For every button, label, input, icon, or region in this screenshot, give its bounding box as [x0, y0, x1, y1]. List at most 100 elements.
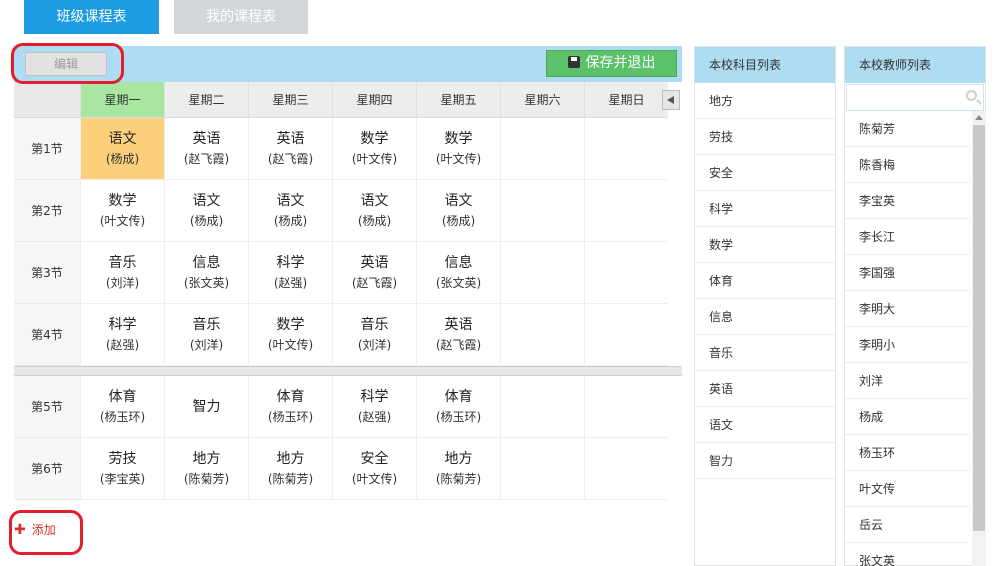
teacher-list-item[interactable]: 张文英 [845, 543, 969, 566]
schedule-cell[interactable]: 智力 [164, 376, 248, 438]
schedule-cell[interactable]: 英语 (赵飞霞) [416, 304, 500, 366]
schedule-cell[interactable]: 体育 (杨玉环) [80, 376, 164, 438]
day-header-3[interactable]: 星期三 [248, 82, 332, 118]
period-label: 第1节 [14, 118, 80, 180]
schedule-cell[interactable]: 语文 (杨成) [164, 180, 248, 242]
cell-subject: 语文 [360, 193, 389, 209]
teacher-list-item[interactable]: 李宝英 [845, 183, 969, 219]
teacher-list-item[interactable]: 杨成 [845, 399, 969, 435]
cell-teacher: (杨玉环) [267, 410, 314, 424]
schedule-cell[interactable] [584, 242, 668, 304]
schedule-cell[interactable]: 数学 (叶文传) [248, 304, 332, 366]
subject-list-item[interactable]: 劳技 [695, 119, 835, 155]
schedule-cell[interactable] [500, 304, 584, 366]
schedule-cell[interactable]: 科学 (赵强) [248, 242, 332, 304]
schedule-cell[interactable]: 信息 (张文英) [416, 242, 500, 304]
schedule-cell[interactable]: 信息 (张文英) [164, 242, 248, 304]
schedule-cell[interactable]: 体育 (杨玉环) [248, 376, 332, 438]
schedule-cell[interactable] [584, 376, 668, 438]
schedule-cell[interactable]: 语文 (杨成) [332, 180, 416, 242]
cell-subject: 地方 [192, 451, 221, 467]
schedule-cell[interactable]: 劳技 (李宝英) [80, 438, 164, 500]
schedule-cell[interactable]: 体育 (杨玉环) [416, 376, 500, 438]
teacher-list-item[interactable]: 岳云 [845, 507, 969, 543]
teacher-list-item[interactable]: 李国强 [845, 255, 969, 291]
subject-list-item[interactable]: 智力 [695, 443, 835, 479]
schedule-cell[interactable] [584, 118, 668, 180]
tab-my-schedule[interactable]: 我的课程表 [174, 0, 308, 34]
schedule-cell[interactable] [500, 118, 584, 180]
schedule-cell[interactable] [500, 438, 584, 500]
triangle-left-icon[interactable] [662, 90, 680, 110]
cell-subject: 数学 [360, 131, 389, 147]
schedule-grid: 星期一 星期二 星期三 星期四 星期五 星期六 星期日 第1节 语文 (杨成) 英语 (赵飞霞) 英语… [14, 82, 682, 566]
cell-teacher: (杨成) [441, 214, 476, 228]
schedule-cell[interactable] [584, 438, 668, 500]
schedule-cell[interactable]: 音乐 (刘洋) [332, 304, 416, 366]
schedule-cell[interactable] [500, 376, 584, 438]
schedule-cell[interactable] [500, 242, 584, 304]
subject-list-item[interactable]: 音乐 [695, 335, 835, 371]
schedule-cell[interactable]: 数学 (叶文传) [332, 118, 416, 180]
subject-list-item[interactable]: 科学 [695, 191, 835, 227]
tab-class-schedule[interactable]: 班级课程表 [24, 0, 159, 34]
teacher-list-item[interactable]: 刘洋 [845, 363, 969, 399]
scroll-up-icon[interactable] [975, 115, 983, 120]
search-icon[interactable] [966, 90, 977, 101]
schedule-cell[interactable]: 英语 (赵飞霞) [164, 118, 248, 180]
cell-subject: 语文 [192, 193, 221, 209]
schedule-cell[interactable] [500, 180, 584, 242]
save-exit-button[interactable]: 保存并退出 [546, 50, 677, 77]
day-header-7[interactable]: 星期日 [584, 82, 668, 118]
day-header-6[interactable]: 星期六 [500, 82, 584, 118]
cell-subject: 音乐 [108, 255, 137, 271]
schedule-cell[interactable]: 科学 (赵强) [332, 376, 416, 438]
teacher-list-item[interactable]: 陈香梅 [845, 147, 969, 183]
teacher-list-item[interactable]: 陈菊芳 [845, 111, 969, 147]
teacher-list-item[interactable]: 李长江 [845, 219, 969, 255]
subject-list-item[interactable]: 安全 [695, 155, 835, 191]
subject-list-item[interactable]: 地方 [695, 83, 835, 119]
teacher-list-item[interactable]: 叶文传 [845, 471, 969, 507]
day-header-1[interactable]: 星期一 [80, 82, 164, 118]
teacher-search-input[interactable] [846, 84, 984, 111]
cell-subject: 语文 [108, 131, 137, 147]
schedule-cell[interactable]: 英语 (赵飞霞) [248, 118, 332, 180]
teacher-list-item[interactable]: 杨玉环 [845, 435, 969, 471]
schedule-cell[interactable]: 音乐 (刘洋) [164, 304, 248, 366]
teacher-list-item[interactable]: 李明大 [845, 291, 969, 327]
schedule-cell[interactable]: 地方 (陈菊芳) [248, 438, 332, 500]
subject-list-item[interactable]: 语文 [695, 407, 835, 443]
schedule-cell[interactable]: 语文 (杨成) [416, 180, 500, 242]
day-header-4[interactable]: 星期四 [332, 82, 416, 118]
period-label: 第5节 [14, 376, 80, 438]
day-header-2[interactable]: 星期二 [164, 82, 248, 118]
teachers-scrollbar[interactable] [972, 111, 986, 566]
cell-teacher: (陈菊芳) [183, 472, 230, 486]
day-header-5[interactable]: 星期五 [416, 82, 500, 118]
cell-teacher: (叶文传) [267, 338, 314, 352]
schedule-cell[interactable]: 数学 (叶文传) [80, 180, 164, 242]
schedule-cell[interactable]: 语文 (杨成) [248, 180, 332, 242]
cell-teacher: (赵强) [105, 338, 140, 352]
cell-teacher: (陈菊芳) [435, 472, 482, 486]
cell-teacher: (叶文传) [435, 152, 482, 166]
schedule-cell[interactable]: 数学 (叶文传) [416, 118, 500, 180]
schedule-cell[interactable]: 科学 (赵强) [80, 304, 164, 366]
schedule-cell[interactable]: 地方 (陈菊芳) [164, 438, 248, 500]
teacher-list-item[interactable]: 李明小 [845, 327, 969, 363]
cell-subject: 体育 [444, 389, 473, 405]
subject-list-item[interactable]: 体育 [695, 263, 835, 299]
schedule-cell[interactable] [584, 304, 668, 366]
schedule-cell[interactable]: 安全 (叶文传) [332, 438, 416, 500]
scroll-thumb[interactable] [973, 125, 985, 531]
schedule-cell[interactable]: 英语 (赵飞霞) [332, 242, 416, 304]
schedule-cell[interactable]: 地方 (陈菊芳) [416, 438, 500, 500]
schedule-cell[interactable]: 音乐 (刘洋) [80, 242, 164, 304]
schedule-cell[interactable]: 语文 (杨成) [80, 118, 164, 180]
cell-subject: 英语 [276, 131, 305, 147]
subject-list-item[interactable]: 信息 [695, 299, 835, 335]
schedule-cell[interactable] [584, 180, 668, 242]
subject-list-item[interactable]: 数学 [695, 227, 835, 263]
subject-list-item[interactable]: 英语 [695, 371, 835, 407]
